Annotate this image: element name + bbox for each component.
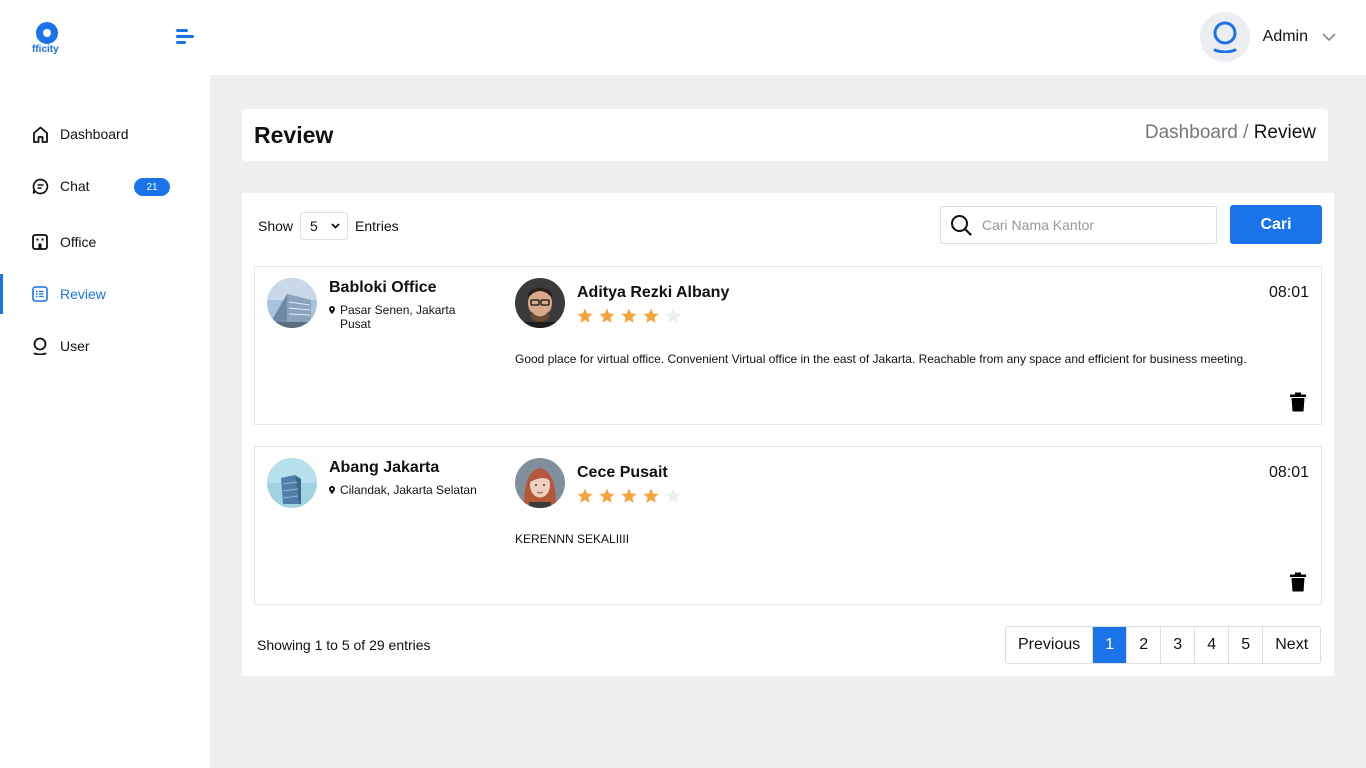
breadcrumb-current: Review	[1253, 122, 1316, 143]
brand-logo[interactable]: fficity	[32, 20, 72, 60]
office-photo	[267, 458, 317, 508]
breadcrumb: Dashboard / Review	[1145, 122, 1316, 144]
office-location-text: Cilandak, Jakarta Selatan	[340, 483, 477, 497]
pagination-page-1[interactable]: 1	[1092, 627, 1127, 663]
pagination-previous[interactable]: Previous	[1006, 627, 1093, 663]
logo-text: fficity	[32, 44, 59, 55]
user-avatar-icon	[1213, 21, 1237, 53]
office-location: Pasar Senen, Jakarta Pusat	[329, 303, 479, 331]
star-empty-icon	[665, 488, 681, 503]
reviewer-name: Aditya Rezki Albany	[577, 284, 730, 301]
sidebar-item-label: Dashboard	[60, 126, 129, 142]
sidebar-item-label: Review	[60, 286, 106, 302]
star-filled-icon	[577, 308, 593, 323]
page-title: Review	[254, 122, 334, 148]
pagination-page-4[interactable]: 4	[1194, 627, 1229, 663]
star-filled-icon	[577, 488, 593, 503]
pagination-page-3[interactable]: 3	[1160, 627, 1195, 663]
star-filled-icon	[643, 308, 659, 323]
show-label: Show	[258, 218, 294, 234]
trash-icon	[1290, 392, 1306, 412]
rating-stars	[576, 307, 686, 325]
pagination-page-2[interactable]: 2	[1126, 627, 1161, 663]
sidebar-item-label: User	[60, 338, 90, 354]
star-empty-icon	[665, 308, 681, 323]
breadcrumb-separator: /	[1243, 122, 1254, 143]
sidebar-item-label: Office	[60, 234, 97, 250]
review-item: Babloki Office Pasar Senen, Jakarta Pusa…	[254, 266, 1322, 425]
review-time: 08:01	[1268, 284, 1309, 301]
entries-control: Show 5 Entries	[258, 212, 399, 240]
home-icon	[31, 125, 49, 143]
sidebar-item-user[interactable]: User	[0, 326, 210, 366]
star-filled-icon	[599, 308, 615, 323]
star-filled-icon	[599, 488, 615, 503]
search-icon	[951, 215, 972, 236]
office-location-text: Pasar Senen, Jakarta Pusat	[340, 303, 456, 331]
sidebar-item-chat[interactable]: Chat 21	[0, 166, 210, 206]
sidebar: Dashboard Chat 21 Office Review User	[0, 75, 210, 768]
star-filled-icon	[643, 488, 659, 503]
review-time: 08:01	[1268, 464, 1309, 481]
user-icon	[31, 337, 49, 355]
chat-count-badge: 21	[134, 178, 170, 196]
entries-label: Entries	[355, 218, 399, 234]
entries-select-value: 5	[310, 218, 318, 234]
reviewer-avatar	[515, 458, 565, 508]
search-input[interactable]	[982, 217, 1202, 233]
reviewer-name: Cece Pusait	[577, 464, 668, 481]
trash-icon	[1290, 572, 1306, 592]
star-filled-icon	[621, 488, 637, 503]
pagination: Previous 1 2 3 4 5 Next	[1005, 626, 1322, 664]
sidebar-item-dashboard[interactable]: Dashboard	[0, 114, 210, 154]
sidebar-item-review[interactable]: Review	[0, 274, 210, 314]
review-icon	[31, 285, 49, 303]
reviewer-avatar	[515, 278, 565, 328]
user-name: Admin	[1262, 28, 1308, 45]
top-header: fficity Admin	[0, 0, 1366, 75]
office-name: Abang Jakarta	[329, 459, 440, 476]
office-name: Babloki Office	[329, 279, 437, 296]
review-item: Abang Jakarta Cilandak, Jakarta Selatan …	[254, 446, 1322, 605]
breadcrumb-dashboard-link[interactable]: Dashboard	[1145, 122, 1238, 143]
entries-select[interactable]: 5	[300, 212, 349, 240]
delete-review-button[interactable]	[1289, 392, 1307, 412]
star-filled-icon	[621, 308, 637, 323]
search-button[interactable]: Cari	[1230, 205, 1322, 244]
user-menu[interactable]: Admin	[1199, 12, 1336, 62]
sidebar-item-label: Chat	[60, 178, 90, 194]
rating-stars	[576, 487, 686, 505]
review-text: KERENNN SEKALIIII	[515, 532, 630, 546]
office-location: Cilandak, Jakarta Selatan	[329, 483, 479, 497]
sidebar-item-office[interactable]: Office	[0, 222, 210, 262]
delete-review-button[interactable]	[1289, 572, 1307, 592]
menu-toggle-icon[interactable]	[176, 28, 194, 46]
chat-icon	[31, 177, 49, 195]
location-pin-icon	[329, 486, 335, 494]
logo-mark	[36, 22, 58, 44]
avatar	[1199, 12, 1250, 62]
pagination-next[interactable]: Next	[1262, 627, 1321, 663]
office-icon	[31, 233, 49, 251]
page-header-card: Review Dashboard / Review	[242, 109, 1328, 161]
chevron-down-icon	[1322, 33, 1336, 41]
entries-summary: Showing 1 to 5 of 29 entries	[257, 637, 431, 653]
chevron-down-icon	[331, 223, 340, 229]
office-photo	[267, 278, 317, 328]
pagination-page-5[interactable]: 5	[1228, 627, 1263, 663]
review-text: Good place for virtual office. Convenien…	[515, 352, 1247, 366]
location-pin-icon	[329, 306, 335, 314]
search-box	[940, 206, 1217, 244]
review-table-card: Show 5 Entries Cari Babloki Office	[242, 193, 1334, 676]
